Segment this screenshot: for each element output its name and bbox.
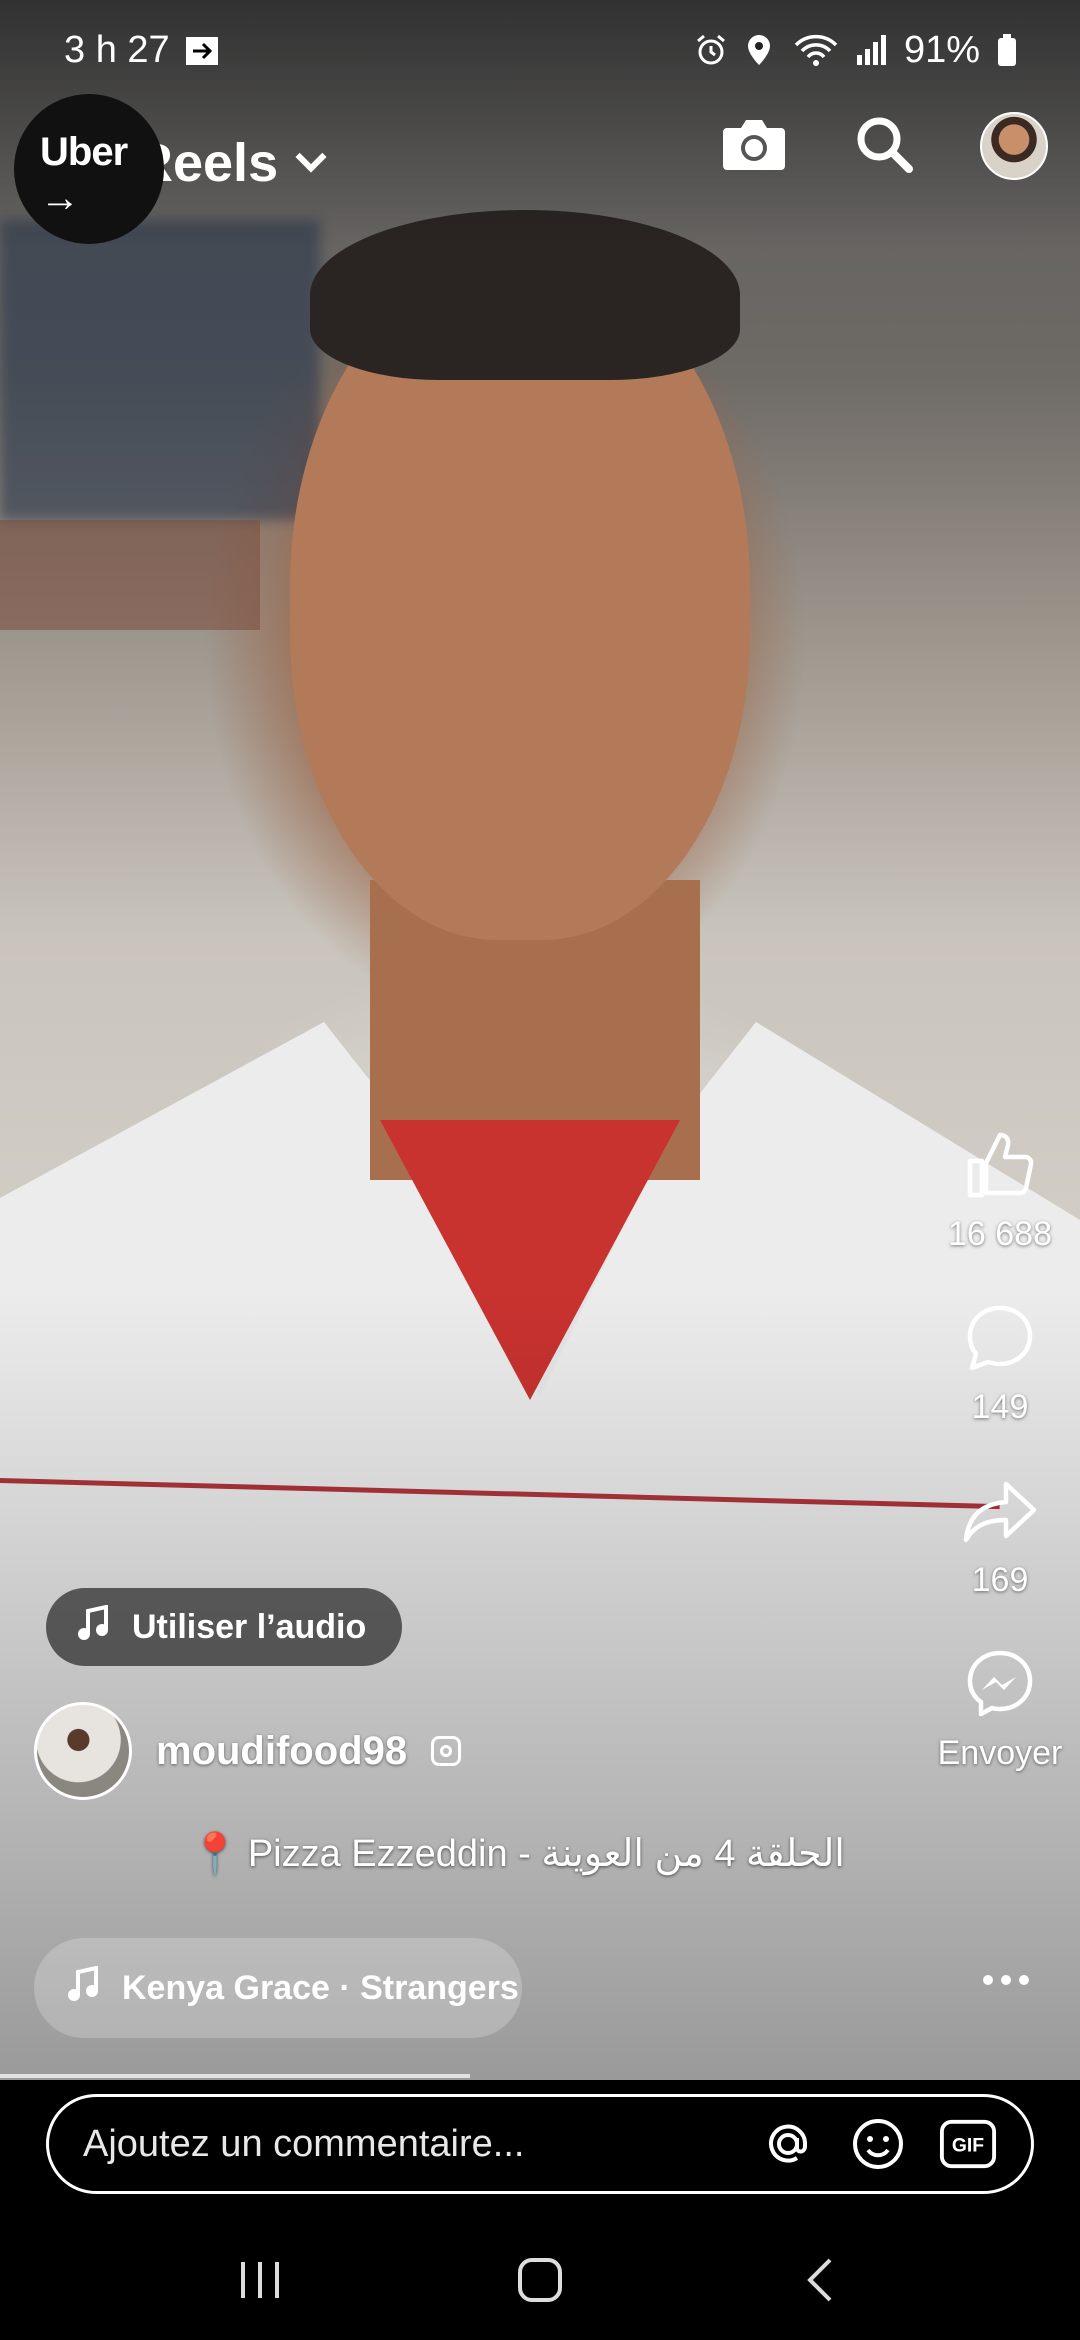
send-action[interactable]: Envoyer bbox=[937, 1644, 1063, 1773]
status-left: 3 h 27 bbox=[64, 29, 218, 72]
gif-icon: GIF bbox=[939, 2119, 997, 2169]
status-time: 3 h 27 bbox=[64, 28, 170, 71]
action-rail: 16 688 149 169 Envoyer bbox=[920, 1125, 1080, 1773]
back-chevron-icon bbox=[807, 2258, 832, 2302]
more-dot bbox=[983, 1975, 993, 1985]
chevron-down-icon bbox=[295, 141, 327, 173]
more-dot bbox=[1019, 1975, 1029, 1985]
use-audio-button[interactable]: Utiliser l’audio bbox=[46, 1588, 403, 1666]
gif-label: GIF bbox=[952, 2136, 984, 2157]
caption-text: Pizza Ezzeddin - الحلقة 4 من العوينة bbox=[247, 1833, 845, 1875]
home-icon bbox=[518, 2258, 562, 2302]
status-right: 91% bbox=[694, 29, 1018, 72]
like-count: 16 688 bbox=[948, 1215, 1052, 1253]
arrow-right-icon: → bbox=[40, 176, 80, 220]
header-actions bbox=[718, 110, 1050, 182]
alarm-icon bbox=[694, 33, 728, 67]
share-arrow-icon bbox=[960, 1471, 1040, 1551]
profile-avatar-button[interactable] bbox=[978, 110, 1050, 182]
share-count: 169 bbox=[971, 1561, 1029, 1599]
at-sign-icon bbox=[769, 2124, 808, 2163]
system-navigation-bar bbox=[0, 2220, 1080, 2340]
comment-bar: Ajoutez un commentaire... GIF bbox=[0, 2080, 1080, 2220]
mention-button[interactable] bbox=[759, 2115, 817, 2173]
signal-icon bbox=[854, 33, 888, 67]
comment-action[interactable]: 149 bbox=[960, 1298, 1040, 1427]
comment-bubble-icon bbox=[960, 1298, 1040, 1378]
comment-input[interactable]: Ajoutez un commentaire... GIF bbox=[46, 2094, 1034, 2194]
smiley-icon bbox=[853, 2119, 903, 2169]
more-options-button[interactable] bbox=[966, 1955, 1046, 2005]
comment-count: 149 bbox=[971, 1388, 1029, 1426]
comment-placeholder: Ajoutez un commentaire... bbox=[83, 2122, 525, 2165]
camera-icon bbox=[719, 114, 789, 179]
send-label: Envoyer bbox=[937, 1734, 1063, 1772]
creator-username[interactable]: moudifood98 bbox=[156, 1729, 407, 1774]
creator-avatar[interactable] bbox=[34, 1702, 132, 1800]
music-track-button[interactable]: Kenya Grace · Strangers bbox=[34, 1938, 522, 2038]
pushpin-icon: 📍 bbox=[190, 1832, 240, 1876]
messenger-icon bbox=[960, 1644, 1040, 1724]
reel-caption[interactable]: 📍 Pizza Ezzeddin - الحلقة 4 من العوينة bbox=[190, 1830, 845, 1877]
avatar bbox=[980, 112, 1048, 180]
like-action[interactable]: 16 688 bbox=[948, 1125, 1052, 1254]
recent-apps-icon bbox=[241, 2262, 279, 2298]
uber-logo: Uber bbox=[40, 130, 128, 174]
gif-button[interactable]: GIF bbox=[939, 2115, 997, 2173]
battery-percent: 91% bbox=[903, 28, 980, 71]
emoji-button[interactable] bbox=[849, 2115, 907, 2173]
music-note-icon bbox=[76, 1604, 110, 1650]
location-icon bbox=[744, 33, 778, 67]
more-dot bbox=[1001, 1975, 1011, 1985]
use-audio-label: Utiliser l’audio bbox=[132, 1607, 367, 1646]
wifi-icon bbox=[794, 33, 838, 67]
search-button[interactable] bbox=[848, 110, 920, 182]
music-track-label: Kenya Grace · Strangers bbox=[122, 1968, 519, 2007]
search-icon bbox=[853, 113, 915, 180]
home-button[interactable] bbox=[500, 2240, 580, 2320]
camera-button[interactable] bbox=[718, 110, 790, 182]
recent-apps-button[interactable] bbox=[220, 2240, 300, 2320]
thumbs-up-icon bbox=[960, 1125, 1040, 1205]
video-progress-bar[interactable] bbox=[0, 2074, 470, 2078]
comment-tools: GIF bbox=[759, 2115, 997, 2173]
music-note-icon bbox=[66, 1965, 100, 2011]
status-bar: 3 h 27 91% bbox=[0, 0, 1080, 100]
creator-row[interactable]: moudifood98 bbox=[34, 1702, 462, 1800]
screen-mirror-icon bbox=[184, 33, 218, 67]
instagram-icon bbox=[431, 1736, 462, 1766]
share-action[interactable]: 169 bbox=[960, 1471, 1040, 1600]
back-button[interactable] bbox=[780, 2240, 860, 2320]
battery-icon bbox=[996, 33, 1018, 67]
